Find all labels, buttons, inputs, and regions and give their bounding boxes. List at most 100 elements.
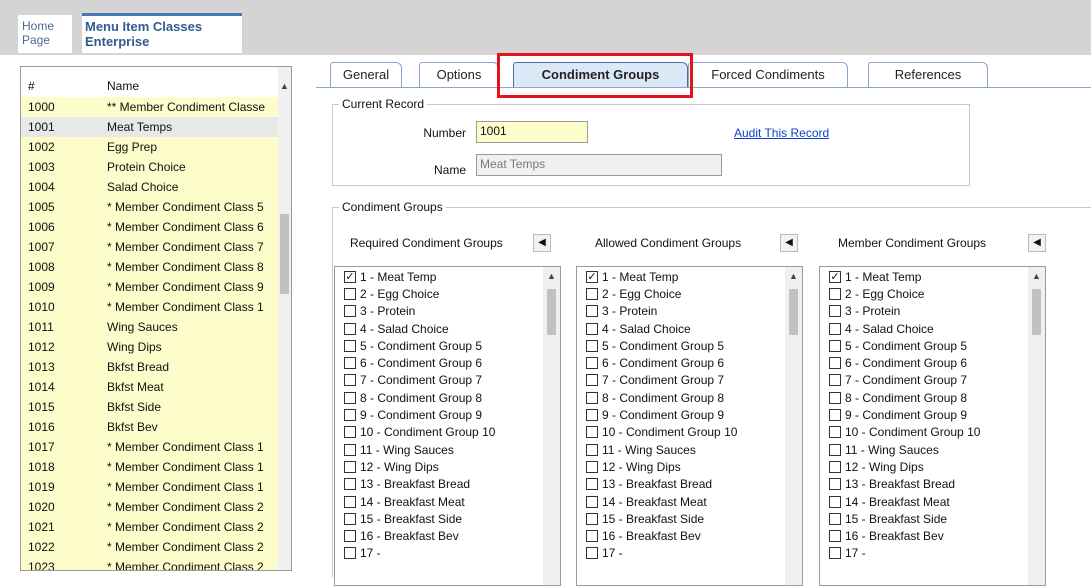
list-item[interactable]: 1017 * Member Condiment Class 1 xyxy=(21,437,279,457)
column-header-name[interactable]: Name xyxy=(107,79,291,97)
checkbox-item[interactable]: 9 - Condiment Group 9 xyxy=(335,406,560,423)
checkbox[interactable] xyxy=(586,374,598,387)
checkbox-item[interactable]: 15 - Breakfast Side xyxy=(335,510,560,527)
checkbox-item[interactable]: 10 - Condiment Group 10 xyxy=(577,424,802,441)
checkbox-item[interactable]: 5 - Condiment Group 5 xyxy=(820,337,1045,354)
allowed-condiment-groups-list[interactable]: ✓ 1 - Meat Temp 2 - Egg Choice 3 - Protein 4… xyxy=(576,266,803,586)
checkbox[interactable] xyxy=(829,547,841,560)
checkbox[interactable] xyxy=(344,322,356,335)
checkbox[interactable] xyxy=(586,357,598,370)
list-item[interactable]: 1009 * Member Condiment Class 9 xyxy=(21,277,279,297)
checkbox[interactable] xyxy=(586,391,598,404)
record-list[interactable]: # Name 1000 ** Member Condiment Classe 100… xyxy=(20,66,292,571)
list-item[interactable]: 1020 * Member Condiment Class 2 xyxy=(21,497,279,517)
checkbox-item[interactable]: 17 - xyxy=(577,545,802,562)
list-scrollbar[interactable]: ▲ xyxy=(1028,267,1045,585)
list-item[interactable]: 1011 Wing Sauces xyxy=(21,317,279,337)
scroll-up-icon[interactable]: ▲ xyxy=(1028,269,1045,283)
checkbox[interactable] xyxy=(586,495,598,508)
tab-general[interactable]: General xyxy=(330,62,402,87)
checkbox[interactable] xyxy=(586,443,598,456)
checkbox-item[interactable]: 6 - Condiment Group 6 xyxy=(820,354,1045,371)
allowed-collapse-arrow-icon[interactable]: ◀ xyxy=(780,234,798,252)
required-collapse-arrow-icon[interactable]: ◀ xyxy=(533,234,551,252)
checkbox-item[interactable]: 6 - Condiment Group 6 xyxy=(335,354,560,371)
checkbox[interactable] xyxy=(829,409,841,422)
tab-references[interactable]: References xyxy=(868,62,988,87)
checkbox-item[interactable]: 15 - Breakfast Side xyxy=(820,510,1045,527)
checkbox[interactable] xyxy=(586,530,598,543)
checkbox-item[interactable]: 2 - Egg Choice xyxy=(577,285,802,302)
checkbox-item[interactable]: 11 - Wing Sauces xyxy=(820,441,1045,458)
checkbox-item[interactable]: 5 - Condiment Group 5 xyxy=(577,337,802,354)
list-item[interactable]: 1015 Bkfst Side xyxy=(21,397,279,417)
checkbox-item[interactable]: 17 - xyxy=(335,545,560,562)
list-item[interactable]: 1002 Egg Prep xyxy=(21,137,279,157)
checkbox-item[interactable]: 11 - Wing Sauces xyxy=(335,441,560,458)
checkbox[interactable] xyxy=(344,391,356,404)
checkbox[interactable]: ✓ xyxy=(586,270,598,283)
scroll-up-icon[interactable]: ▲ xyxy=(785,269,802,283)
list-item[interactable]: 1001 Meat Temps xyxy=(21,117,279,137)
checkbox-item[interactable]: 2 - Egg Choice xyxy=(820,285,1045,302)
checkbox-item[interactable]: 14 - Breakfast Meat xyxy=(577,493,802,510)
checkbox[interactable] xyxy=(344,512,356,525)
list-item[interactable]: 1005 * Member Condiment Class 5 xyxy=(21,197,279,217)
checkbox-item[interactable]: 7 - Condiment Group 7 xyxy=(820,372,1045,389)
checkbox[interactable] xyxy=(586,512,598,525)
checkbox[interactable] xyxy=(344,547,356,560)
checkbox[interactable] xyxy=(829,512,841,525)
number-input[interactable]: 1001 xyxy=(476,121,588,143)
checkbox-item[interactable]: 11 - Wing Sauces xyxy=(577,441,802,458)
checkbox[interactable] xyxy=(829,305,841,318)
checkbox-item[interactable]: 8 - Condiment Group 8 xyxy=(577,389,802,406)
checkbox[interactable]: ✓ xyxy=(829,270,841,283)
checkbox-item[interactable]: 16 - Breakfast Bev xyxy=(335,527,560,544)
checkbox-item[interactable]: 4 - Salad Choice xyxy=(335,320,560,337)
checkbox[interactable] xyxy=(586,547,598,560)
checkbox-item[interactable]: 3 - Protein xyxy=(335,303,560,320)
breadcrumb-active-tab[interactable]: Menu Item Classes Enterprise xyxy=(82,13,242,53)
list-item[interactable]: 1003 Protein Choice xyxy=(21,157,279,177)
checkbox-item[interactable]: 9 - Condiment Group 9 xyxy=(820,406,1045,423)
checkbox[interactable] xyxy=(344,305,356,318)
list-item[interactable]: 1022 * Member Condiment Class 2 xyxy=(21,537,279,557)
required-condiment-groups-list[interactable]: ✓ 1 - Meat Temp 2 - Egg Choice 3 - Protein 4… xyxy=(334,266,561,586)
checkbox[interactable] xyxy=(829,357,841,370)
checkbox[interactable] xyxy=(344,530,356,543)
tab-options[interactable]: Options xyxy=(419,62,499,87)
checkbox-item[interactable]: ✓ 1 - Meat Temp xyxy=(335,268,560,285)
name-input[interactable]: Meat Temps xyxy=(476,154,722,176)
list-item[interactable]: 1019 * Member Condiment Class 1 xyxy=(21,477,279,497)
audit-record-link[interactable]: Audit This Record xyxy=(734,126,829,140)
list-item[interactable]: 1023 * Member Condiment Class 2 xyxy=(21,557,279,570)
member-condiment-groups-list[interactable]: ✓ 1 - Meat Temp 2 - Egg Choice 3 - Protein 4… xyxy=(819,266,1046,586)
checkbox[interactable] xyxy=(586,409,598,422)
checkbox-item[interactable]: 17 - xyxy=(820,545,1045,562)
list-item[interactable]: 1012 Wing Dips xyxy=(21,337,279,357)
checkbox[interactable] xyxy=(344,357,356,370)
checkbox[interactable] xyxy=(829,495,841,508)
tab-forced-condiments[interactable]: Forced Condiments xyxy=(688,62,848,87)
scroll-thumb[interactable] xyxy=(280,214,289,294)
scroll-thumb[interactable] xyxy=(547,289,556,335)
checkbox[interactable] xyxy=(586,460,598,473)
list-item[interactable]: 1004 Salad Choice xyxy=(21,177,279,197)
breadcrumb-home[interactable]: Home Page xyxy=(18,15,72,53)
checkbox-item[interactable]: 8 - Condiment Group 8 xyxy=(335,389,560,406)
checkbox[interactable] xyxy=(829,374,841,387)
checkbox[interactable] xyxy=(344,443,356,456)
checkbox-item[interactable]: 2 - Egg Choice xyxy=(335,285,560,302)
checkbox[interactable] xyxy=(586,339,598,352)
checkbox-item[interactable]: 9 - Condiment Group 9 xyxy=(577,406,802,423)
checkbox-item[interactable]: 6 - Condiment Group 6 xyxy=(577,354,802,371)
list-item[interactable]: 1010 * Member Condiment Class 1 xyxy=(21,297,279,317)
checkbox[interactable] xyxy=(829,426,841,439)
list-item[interactable]: 1000 ** Member Condiment Classe xyxy=(21,97,279,117)
checkbox-item[interactable]: 3 - Protein xyxy=(577,303,802,320)
checkbox-item[interactable]: 12 - Wing Dips xyxy=(335,458,560,475)
checkbox-item[interactable]: ✓ 1 - Meat Temp xyxy=(577,268,802,285)
checkbox-item[interactable]: 15 - Breakfast Side xyxy=(577,510,802,527)
checkbox[interactable] xyxy=(344,495,356,508)
checkbox[interactable] xyxy=(344,460,356,473)
